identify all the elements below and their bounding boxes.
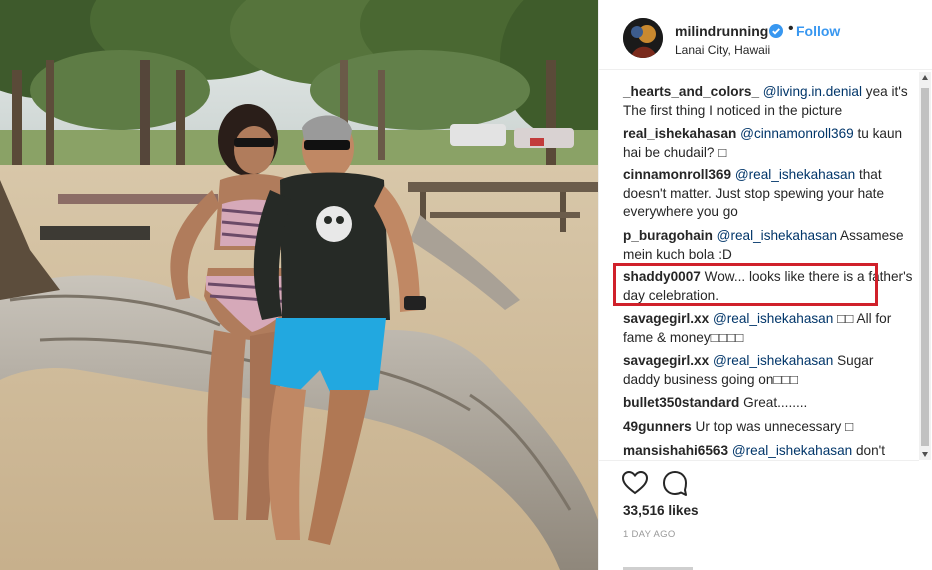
comment-item: cinnamonroll369 @real_ishekahasan that d… [623, 166, 913, 222]
comment-username[interactable]: 49gunners [623, 419, 692, 434]
post-side-panel: milindrunning • Follow Lanai City, Hawai… [598, 0, 932, 570]
comment-mention[interactable]: @real_ishekahasan [713, 311, 833, 326]
comment-mention[interactable]: @real_ishekahasan [713, 353, 833, 368]
username[interactable]: milindrunning [675, 23, 768, 39]
comment-mention[interactable]: @living.in.denial [763, 84, 862, 99]
comment-username[interactable]: bullet350standard [623, 395, 739, 410]
comment-mention[interactable]: @real_ishekahasan [735, 167, 855, 182]
heart-icon[interactable] [621, 469, 649, 497]
comment-item: bullet350standard Great........ [623, 394, 913, 413]
add-comment-area[interactable] [623, 561, 863, 570]
comment-item: p_buragohain @real_ishekahasan Assamese … [623, 227, 913, 264]
comment-username[interactable]: mansishahi6563 [623, 443, 728, 458]
comment-text: Great........ [743, 395, 808, 410]
post-actions: 33,516 likes 1 DAY AGO [599, 460, 919, 570]
comment-username[interactable]: savagegirl.xx [623, 353, 709, 368]
comments-scrollbar[interactable] [919, 72, 931, 460]
comment-text: don't [852, 443, 886, 458]
comment-username[interactable]: _hearts_and_colors_ [623, 84, 759, 99]
comment-username[interactable]: cinnamonroll369 [623, 167, 731, 182]
comment-username[interactable]: p_buragohain [623, 228, 713, 243]
speech-bubble-icon[interactable] [661, 469, 689, 497]
comment-item: _hearts_and_colors_ @living.in.denial ye… [623, 83, 913, 120]
scroll-down-arrow-icon[interactable] [922, 452, 928, 457]
like-count[interactable]: 33,516 likes [623, 503, 699, 518]
post-timestamp[interactable]: 1 DAY AGO [623, 529, 676, 540]
comment-username[interactable]: real_ishekahasan [623, 126, 736, 141]
comment-text: Ur top was unnecessary □ [695, 419, 854, 434]
comment-item: mansishahi6563 @real_ishekahasan don't [623, 442, 913, 461]
comment-item: savagegirl.xx @real_ishekahasan □□ All f… [623, 310, 913, 347]
post-location[interactable]: Lanai City, Hawaii [675, 43, 770, 57]
comment-item: 49gunners Ur top was unnecessary □ [623, 418, 913, 437]
separator-dot: • [788, 20, 794, 37]
scrollbar-thumb[interactable] [921, 88, 929, 446]
comment-item: savagegirl.xx @real_ishekahasan Sugar da… [623, 352, 913, 389]
comment-username[interactable]: savagegirl.xx [623, 311, 709, 326]
scroll-up-arrow-icon[interactable] [922, 75, 928, 80]
comment-item: real_ishekahasan @cinnamonroll369 tu kau… [623, 125, 913, 162]
comment-mention[interactable]: @real_ishekahasan [732, 443, 852, 458]
post-header: milindrunning • Follow Lanai City, Hawai… [599, 0, 932, 70]
follow-button[interactable]: Follow [796, 23, 840, 39]
post-photo [0, 0, 598, 570]
verified-badge-icon [769, 24, 783, 38]
highlight-box [613, 263, 878, 306]
comment-mention[interactable]: @real_ishekahasan [717, 228, 837, 243]
avatar[interactable] [623, 18, 663, 58]
comment-mention[interactable]: @cinnamonroll369 [740, 126, 854, 141]
